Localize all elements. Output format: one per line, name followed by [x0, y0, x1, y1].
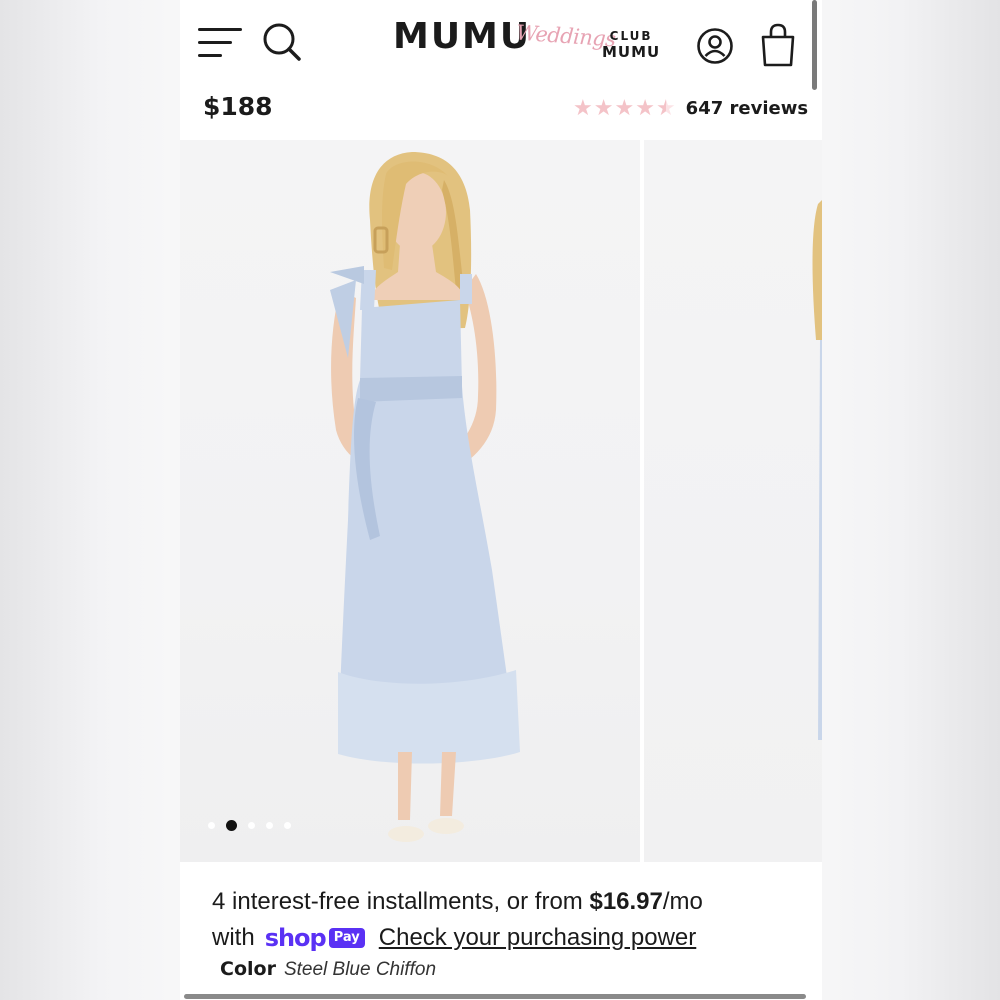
installments-text: 4 interest-free installments, or from [212, 888, 590, 915]
with-text: with [212, 924, 255, 951]
reviews-count[interactable]: 647 reviews [686, 98, 808, 119]
gallery-dot[interactable] [208, 822, 215, 829]
home-indicator [184, 994, 806, 999]
star-icon: ★ [593, 95, 614, 120]
star-icon: ★ [573, 95, 593, 120]
club-mumu-link[interactable]: CLUB MUMU [602, 30, 660, 60]
rating-stars: ★ ★ ★ ★ ★ [573, 97, 677, 119]
installments-line: 4 interest-free installments, or from $1… [212, 884, 812, 920]
club-label: CLUB [609, 29, 653, 43]
product-image-next[interactable] [644, 140, 822, 862]
gallery-dot[interactable] [266, 822, 273, 829]
phone-screen: MUMU Weddings CLUB MUMU $188 ★ ★ ★ ★ ★ 6… [180, 0, 822, 1000]
next-photo-peek [812, 200, 822, 740]
brand-logo[interactable]: MUMU Weddings [393, 16, 616, 66]
club-brand: MUMU [602, 43, 661, 61]
shop-wordmark: shop [264, 924, 327, 952]
gallery-dot[interactable] [284, 822, 291, 829]
installments-suffix: /mo [662, 888, 703, 915]
site-header: MUMU Weddings CLUB MUMU [180, 0, 822, 90]
model-photo [330, 152, 520, 842]
shopping-bag-icon[interactable] [760, 22, 796, 68]
shop-pay-logo: shop Pay [265, 920, 365, 956]
gallery-dot-active[interactable] [226, 820, 237, 831]
gallery-pagination [208, 820, 302, 831]
color-value: Steel Blue Chiffon [283, 959, 437, 980]
star-icon: ★ [614, 95, 635, 120]
pay-badge: Pay [328, 928, 365, 948]
search-icon[interactable] [262, 22, 302, 62]
installments-amount: $16.97 [589, 888, 663, 915]
brand-name: MUMU [393, 16, 532, 57]
half-star-icon: ★ [655, 95, 676, 120]
page-scrollbar[interactable] [812, 0, 817, 90]
product-rating[interactable]: ★ ★ ★ ★ ★ 647 reviews [573, 95, 808, 121]
shop-pay-installments: 4 interest-free installments, or from $1… [212, 884, 812, 956]
color-selection: Color Steel Blue Chiffon [220, 958, 436, 981]
product-image-gallery[interactable] [180, 140, 822, 862]
star-icon: ★ [635, 95, 655, 120]
installments-line-2: with shop Pay Check your purchasing powe… [212, 920, 812, 956]
check-purchasing-power-link[interactable]: Check your purchasing power [379, 920, 697, 956]
product-price: $188 [203, 92, 273, 121]
menu-icon[interactable] [198, 26, 244, 60]
gallery-dot[interactable] [248, 822, 255, 829]
product-image-front[interactable] [180, 140, 640, 862]
color-label: Color [220, 958, 276, 980]
account-icon[interactable] [696, 27, 734, 65]
